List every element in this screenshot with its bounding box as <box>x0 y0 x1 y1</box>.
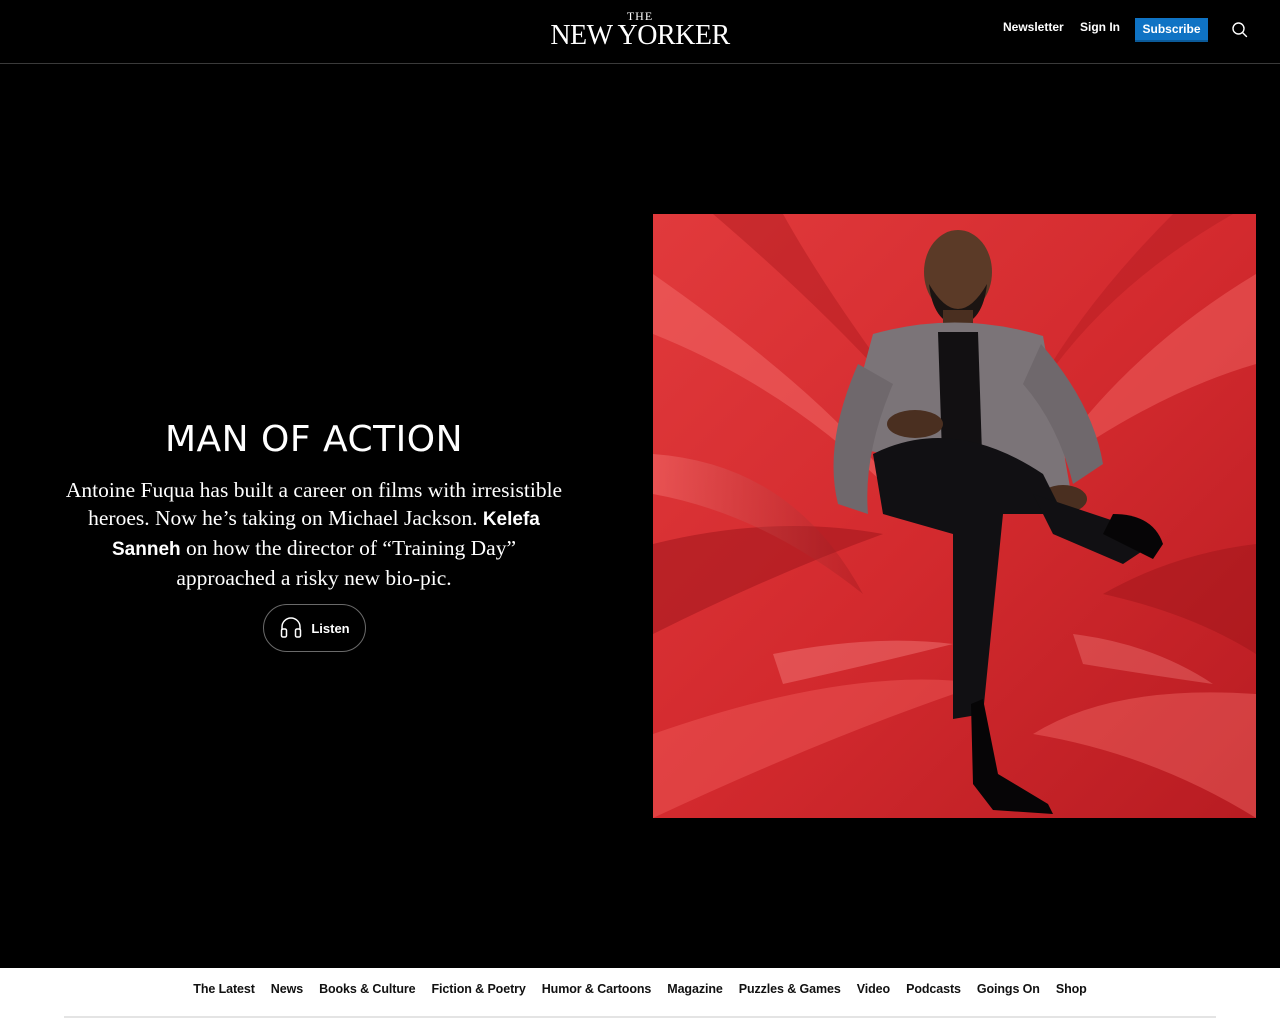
section-nav-item[interactable]: Podcasts <box>906 982 961 996</box>
dek-text-after: on how the director of “Training Day” ap… <box>176 536 516 590</box>
hero-text-block: MAN OF ACTION Antoine Fuqua has built a … <box>60 418 568 592</box>
section-nav-item[interactable]: Goings On <box>977 982 1040 996</box>
section-nav-list: The Latest News Books & Culture Fiction & P… <box>0 968 1280 996</box>
hero-title[interactable]: MAN OF ACTION <box>60 418 568 462</box>
section-nav-item[interactable]: Humor & Cartoons <box>542 982 652 996</box>
newsletter-link[interactable]: Newsletter <box>1003 20 1064 34</box>
section-nav-item[interactable]: Books & Culture <box>319 982 416 996</box>
section-nav: The Latest News Books & Culture Fiction & P… <box>0 968 1280 1024</box>
logo-name: NEW YORKER <box>550 20 730 51</box>
section-nav-item[interactable]: Fiction & Poetry <box>432 982 526 996</box>
hero-dek: Antoine Fuqua has built a career on film… <box>60 476 568 592</box>
section-nav-item[interactable]: Puzzles & Games <box>739 982 841 996</box>
hero-photo[interactable] <box>653 214 1256 818</box>
section-nav-item[interactable]: Video <box>857 982 890 996</box>
section-nav-item[interactable]: Magazine <box>667 982 723 996</box>
site-header: THE NEW YORKER Newsletter Sign In Subscr… <box>0 0 1280 64</box>
sign-in-link[interactable]: Sign In <box>1080 20 1120 34</box>
nav-divider <box>64 1016 1216 1018</box>
site-logo[interactable]: THE NEW YORKER <box>540 10 740 50</box>
section-nav-item[interactable]: The Latest <box>193 982 255 996</box>
headphones-icon <box>279 616 303 641</box>
search-icon[interactable] <box>1230 20 1250 40</box>
subscribe-button[interactable]: Subscribe <box>1135 18 1208 42</box>
listen-button[interactable]: Listen <box>263 604 366 652</box>
section-nav-item[interactable]: Shop <box>1056 982 1087 996</box>
listen-label: Listen <box>311 620 350 636</box>
section-nav-item[interactable]: News <box>271 982 303 996</box>
